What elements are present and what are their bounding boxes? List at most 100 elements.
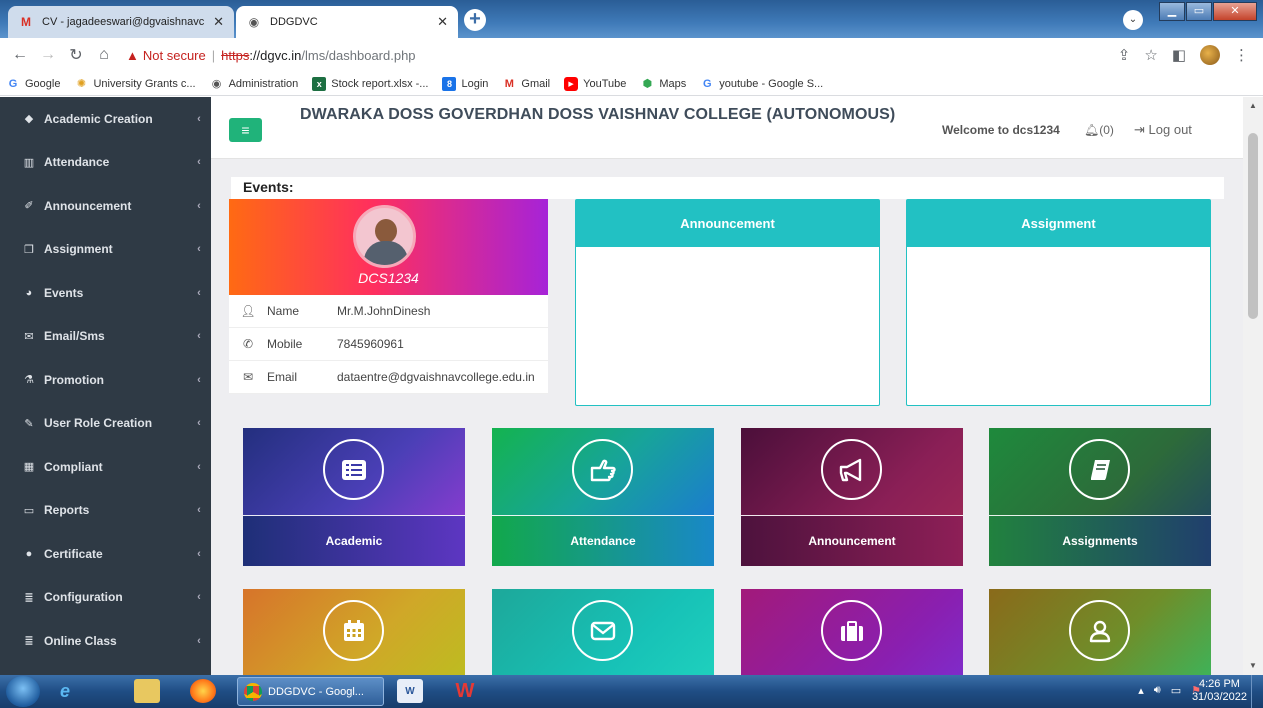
sidebar-item-user-role-creation[interactable]: ✎ User Role Creation ‹ [0,402,211,446]
chevron-left-icon: ‹ [197,330,201,343]
home-button[interactable]: ⌂ [90,46,118,64]
chevron-down-icon[interactable]: ⌄ [1123,10,1143,30]
tile-label: Assignments [989,516,1211,566]
maximize-button[interactable]: ▭ [1186,2,1212,21]
forward-button[interactable]: → [34,46,62,64]
maps-icon: ⬢ [642,78,653,90]
chevron-left-icon: ‹ [197,417,201,430]
bookmarks-bar: G Google ✺ University Grants c... ◉ Adminis… [0,72,1263,96]
tab-title: DDGDVC [270,16,318,28]
sidebar-item-assignment[interactable]: ❐ Assignment ‹ [0,228,211,272]
tile-profile[interactable] [989,589,1211,675]
chevron-left-icon: ‹ [197,373,201,386]
gmail-icon: M [504,77,514,90]
events-section: Events: [231,177,1224,199]
tile-attendance[interactable]: Attendance [492,428,714,566]
bookmark-stock-report[interactable]: x Stock report.xlsx -... [312,76,428,91]
show-desktop-button[interactable] [1251,675,1263,708]
briefcase-icon [821,600,882,661]
clock-date: 31/03/2022 [1191,691,1247,703]
chevron-left-icon: ‹ [197,112,201,125]
tile-events[interactable] [243,589,465,675]
bookmark-ugc[interactable]: ✺ University Grants c... [74,77,196,91]
sidebar-item-compliant[interactable]: ▦ Compliant ‹ [0,445,211,489]
list-icon [323,439,384,500]
wps-icon[interactable]: W [452,679,478,703]
volume-icon[interactable]: 🔊︎ [1154,684,1161,697]
pie-chart-icon: ◕ [25,286,33,299]
profile-avatar[interactable] [1200,45,1220,65]
chevron-left-icon: ‹ [197,504,201,517]
tile-assignments[interactable]: Assignments [989,428,1211,566]
browser-tab-strip: M CV - jagadeeswari@dgvaishnavc ✕ ◉ DDGD… [0,0,1263,38]
login-icon: 8 [442,76,457,91]
tab-gmail[interactable]: M CV - jagadeeswari@dgvaishnavc ✕ [8,6,234,38]
menu-toggle-button[interactable]: ≡ [229,118,262,142]
sign-out-icon: ⇥ [1134,122,1145,137]
url-host: ://dgvc.in [249,47,302,63]
sidebar-item-online-class[interactable]: ≣ Online Class ‹ [0,619,211,663]
internet-explorer-icon[interactable]: e [52,679,78,703]
sidebar-item-certificate[interactable]: ● Certificate ‹ [0,532,211,576]
taskbar-clock[interactable]: 4:26 PM 31/03/2022 [1192,678,1247,704]
folder-icon[interactable] [134,679,160,703]
excel-icon: x [312,76,327,91]
word-icon[interactable]: W [397,679,423,703]
edit-icon: ✎ [24,417,34,430]
user-icon: 👤︎ [240,304,256,318]
new-tab-button[interactable]: + [464,9,486,31]
sidebar-item-email-sms[interactable]: ✉ Email/Sms ‹ [0,315,211,359]
scrollbar-thumb[interactable] [1248,133,1258,319]
minimize-button[interactable]: ▁ [1159,2,1185,21]
bookmark-maps[interactable]: ⬢ Maps [640,77,687,91]
taskbar-chrome-window[interactable]: DDGDVC - Googl... [237,677,384,706]
star-icon[interactable]: ☆ [1144,46,1157,64]
firefox-icon[interactable] [190,679,216,703]
tile-announcement[interactable]: Announcement [741,428,963,566]
assignment-panel: Assignment [906,199,1211,406]
network-icon[interactable]: ▭ [1171,684,1181,697]
sidebar-item-reports[interactable]: ▭ Reports ‹ [0,489,211,533]
sidebar-item-academic-creation[interactable]: ◆ Academic Creation ‹ [0,97,211,141]
envelope-icon: ✉ [24,330,34,343]
sidebar-item-events[interactable]: ◕ Events ‹ [0,271,211,315]
scroll-up-icon[interactable]: ▲ [1243,99,1263,113]
close-window-button[interactable]: ✕ [1213,2,1257,21]
bookmark-login[interactable]: 8 Login [442,76,488,91]
sidebar-item-promotion[interactable]: ⚗ Promotion ‹ [0,358,211,402]
page-scrollbar[interactable]: ▲ ▼ [1243,97,1263,675]
bookmark-youtube-search[interactable]: Gyoutube - Google S... [700,77,823,91]
start-button[interactable] [6,676,40,707]
not-secure-label: Not secure [142,47,206,63]
bookmark-google[interactable]: G Google [6,77,61,91]
bookmark-youtube[interactable]: ▶ YouTube [564,76,626,91]
back-button[interactable]: ← [6,46,34,64]
bookmark-gmail[interactable]: M Gmail [502,77,550,91]
share-icon[interactable]: ⇪ [1118,46,1131,64]
tab-ddgdvc[interactable]: ◉ DDGDVC ✕ [236,6,458,38]
notifications-button[interactable]: 🔔︎(0) [1084,123,1114,137]
url-separator: | [211,47,216,63]
kebab-menu-icon[interactable]: ⋮ [1234,46,1249,64]
side-panel-icon[interactable]: ◧ [1172,46,1186,64]
page-header: ≡ DWARAKA DOSS GOVERDHAN DOSS VAISHNAV C… [211,97,1243,159]
envelope-icon [572,600,633,661]
sidebar-item-configuration[interactable]: ≣ Configuration ‹ [0,576,211,620]
sidebar-item-attendance[interactable]: ▥ Attendance ‹ [0,141,211,185]
scroll-down-icon[interactable]: ▼ [1243,659,1263,673]
tray-expand-icon[interactable]: ▴ [1138,684,1144,697]
tile-academic[interactable]: Academic [243,428,465,566]
address-bar[interactable]: ▲ Not secure | https://dgvc.in/lms/dashb… [126,48,416,63]
close-icon[interactable]: ✕ [437,14,448,30]
envelope-icon: ✉ [242,370,254,384]
windows-taskbar: e DDGDVC - Googl... W W ▴ 🔊︎ ▭ ⚑ 4:26 PM… [0,675,1263,708]
reload-button[interactable]: ↻ [62,45,90,65]
logout-button[interactable]: ⇥ Log out [1134,122,1192,138]
close-icon[interactable]: ✕ [213,14,224,30]
bookmark-administration[interactable]: ◉ Administration [210,77,299,91]
tile-email[interactable] [492,589,714,675]
tile-promotion[interactable] [741,589,963,675]
sidebar-item-announcement[interactable]: ✐ Announcement ‹ [0,184,211,228]
chrome-icon [244,682,262,701]
events-heading: Events: [243,179,294,195]
